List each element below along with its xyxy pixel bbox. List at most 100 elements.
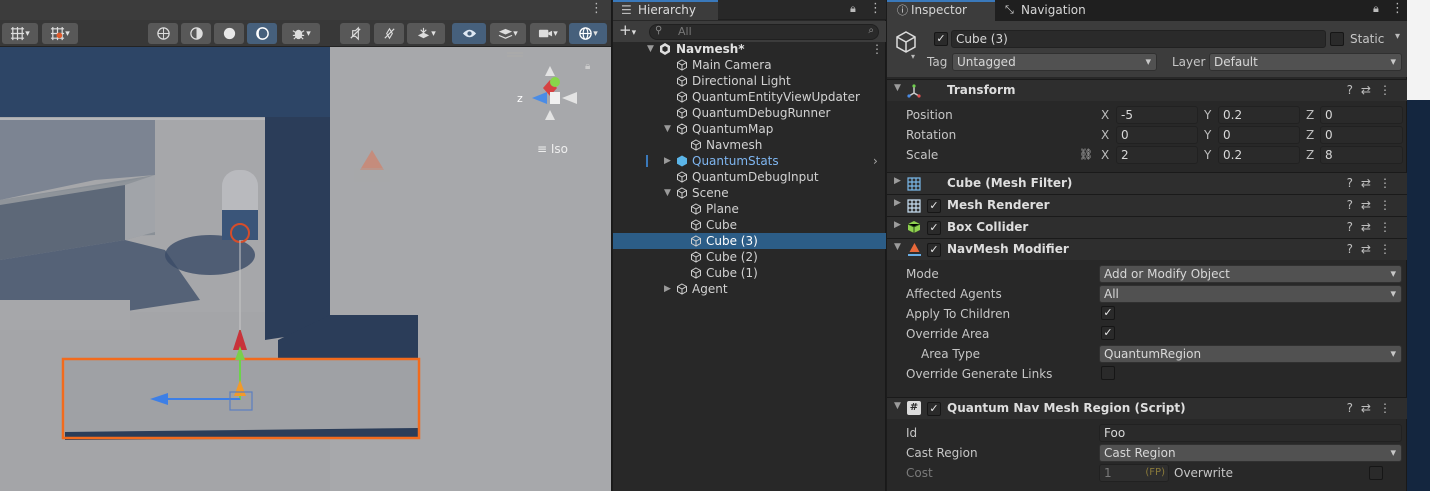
tab-inspector[interactable]: ⓘ Inspector <box>887 0 995 21</box>
component-tools[interactable]: ?⇄⋮ <box>1347 401 1399 415</box>
search-options-icon[interactable]: ⌕ <box>868 25 874 36</box>
chevron-right-icon[interactable]: › <box>873 153 878 169</box>
rotation-x-field[interactable]: 0 <box>1116 126 1198 144</box>
more-options-icon[interactable]: ⋮ <box>590 1 603 16</box>
tag-dropdown[interactable]: Untagged <box>952 53 1157 71</box>
lock-icon[interactable]: 🔒︎ <box>1373 2 1379 16</box>
lighting-toggle-button[interactable] <box>374 23 404 44</box>
scene-viewport[interactable]: z 🔒︎ ≡ Iso <box>0 47 611 491</box>
hierarchy-item[interactable]: ▶ QuantumStats › <box>613 153 886 169</box>
toggle-2d-button[interactable] <box>340 23 370 44</box>
position-z-field[interactable]: 0 <box>1320 106 1403 124</box>
camera-settings-button[interactable]: ▾ <box>530 23 566 44</box>
hierarchy-item[interactable]: ▶ Agent <box>613 281 886 297</box>
component-tools[interactable]: ?⇄⋮ <box>1347 242 1399 256</box>
fold-arrow-icon[interactable]: ▼ <box>894 401 901 411</box>
override-generate-links-checkbox[interactable] <box>1101 366 1115 380</box>
apply-to-children-checkbox[interactable]: ✓ <box>1101 306 1115 320</box>
add-button[interactable]: +▾ <box>619 21 636 39</box>
fold-arrow-icon[interactable]: ▶ <box>894 176 901 186</box>
scale-z-field[interactable]: 8 <box>1320 146 1403 164</box>
hierarchy-item[interactable]: QuantumDebugRunner <box>613 105 886 121</box>
hierarchy-scene-root[interactable]: ▼ Navmesh* ⋮ <box>613 41 886 57</box>
component-tools[interactable]: ?⇄⋮ <box>1347 220 1399 234</box>
rotation-z-field[interactable]: 0 <box>1320 126 1403 144</box>
more-options-icon[interactable]: ⋮ <box>871 41 883 57</box>
icon-dropdown-icon[interactable]: ▾ <box>911 52 915 61</box>
scale-x-field[interactable]: 2 <box>1116 146 1198 164</box>
gizmos-button[interactable]: ▾ <box>569 23 607 44</box>
more-options-icon[interactable]: ⋮ <box>869 1 882 16</box>
grid-snap-button[interactable]: ▾ <box>2 23 38 44</box>
shaded-wireframe-button[interactable] <box>181 23 211 44</box>
hierarchy-item[interactable]: QuantumEntityViewUpdater <box>613 89 886 105</box>
object-name-field[interactable]: Cube (3) <box>951 30 1326 48</box>
box-collider-header[interactable]: ▶ ✓ Box Collider ?⇄⋮ <box>887 216 1407 238</box>
more-options-icon[interactable]: ⋮ <box>1391 1 1404 16</box>
component-tools[interactable]: ?⇄⋮ <box>1347 198 1399 212</box>
fold-arrow-icon[interactable]: ▶ <box>894 220 901 230</box>
lock-icon[interactable]: 🔒︎ <box>850 2 856 16</box>
hierarchy-item[interactable]: Cube <box>613 217 886 233</box>
hierarchy-item[interactable]: Cube (2) <box>613 249 886 265</box>
position-x-field[interactable]: -5 <box>1116 106 1198 124</box>
fold-arrow-icon[interactable]: ▶ <box>894 198 901 208</box>
region-script-enabled-checkbox[interactable]: ✓ <box>927 402 941 416</box>
orientation-gizmo[interactable]: z <box>507 52 587 132</box>
view-mode-label[interactable]: ≡ Iso <box>537 142 568 156</box>
overwrite-checkbox[interactable] <box>1369 466 1383 480</box>
scale-y-field[interactable]: 0.2 <box>1218 146 1300 164</box>
position-y-field[interactable]: 0.2 <box>1218 106 1300 124</box>
expand-arrow-icon[interactable]: ▶ <box>664 153 674 169</box>
mesh-renderer-header[interactable]: ▶ ✓ Mesh Renderer ?⇄⋮ <box>887 194 1407 216</box>
navmesh-modifier-enabled-checkbox[interactable]: ✓ <box>927 243 941 257</box>
shaded-button[interactable] <box>214 23 244 44</box>
static-checkbox[interactable] <box>1330 32 1344 46</box>
id-field[interactable]: Foo <box>1099 424 1402 442</box>
component-tools[interactable]: ?⇄⋮ <box>1347 176 1399 190</box>
layers-button[interactable]: ▾ <box>490 23 526 44</box>
hierarchy-item[interactable]: QuantumDebugInput <box>613 169 886 185</box>
mesh-renderer-enabled-checkbox[interactable]: ✓ <box>927 199 941 213</box>
component-tools[interactable]: ?⇄⋮ <box>1347 83 1399 97</box>
hierarchy-item[interactable]: ▼ QuantumMap <box>613 121 886 137</box>
static-dropdown-icon[interactable]: ▾ <box>1395 31 1400 42</box>
hierarchy-item[interactable]: Navmesh <box>613 137 886 153</box>
effects-button[interactable]: ▾ <box>407 23 445 44</box>
hierarchy-item[interactable]: Cube (3) <box>613 233 886 249</box>
mode-dropdown[interactable]: Add or Modify Object <box>1099 265 1402 283</box>
hierarchy-item[interactable]: Plane <box>613 201 886 217</box>
constrain-proportions-icon[interactable]: ⛓︎ <box>1079 148 1093 161</box>
debug-draw-mode-button[interactable]: ▾ <box>282 23 320 44</box>
expand-arrow-icon[interactable]: ▼ <box>647 41 657 57</box>
box-collider-enabled-checkbox[interactable]: ✓ <box>927 221 941 235</box>
rotation-y-field[interactable]: 0 <box>1218 126 1300 144</box>
lock-icon[interactable]: 🔒︎ <box>585 61 590 72</box>
snap-increment-button[interactable]: ▾ <box>42 23 78 44</box>
cube-icon[interactable] <box>893 29 919 55</box>
navmesh-modifier-header[interactable]: ▼ ✓ NavMesh Modifier ?⇄⋮ <box>887 238 1407 260</box>
layer-dropdown[interactable]: Default <box>1209 53 1402 71</box>
fold-arrow-icon[interactable]: ▼ <box>894 83 901 93</box>
affected-agents-dropdown[interactable]: All <box>1099 285 1402 303</box>
expand-arrow-icon[interactable]: ▼ <box>664 121 674 137</box>
hierarchy-item[interactable]: Directional Light <box>613 73 886 89</box>
hierarchy-item[interactable]: Main Camera <box>613 57 886 73</box>
wireframe-shading-button[interactable] <box>148 23 178 44</box>
tab-navigation[interactable]: ⤡ Navigation <box>997 0 1117 21</box>
area-type-dropdown[interactable]: QuantumRegion <box>1099 345 1402 363</box>
scene-visibility-button[interactable] <box>452 23 486 44</box>
expand-arrow-icon[interactable]: ▶ <box>664 281 674 297</box>
region-script-header[interactable]: ▼ # ✓ Quantum Nav Mesh Region (Script) ?… <box>887 397 1407 419</box>
transform-header[interactable]: ▼ Transform ?⇄⋮ <box>887 79 1407 101</box>
hierarchy-item[interactable]: Cube (1) <box>613 265 886 281</box>
cast-region-dropdown[interactable]: Cast Region <box>1099 444 1402 462</box>
tab-hierarchy[interactable]: ☰ Hierarchy <box>613 0 718 20</box>
unlit-shading-button[interactable] <box>247 23 277 44</box>
hierarchy-item[interactable]: ▼ Scene <box>613 185 886 201</box>
fold-arrow-icon[interactable]: ▼ <box>894 242 901 252</box>
expand-arrow-icon[interactable]: ▼ <box>664 185 674 201</box>
active-checkbox[interactable]: ✓ <box>934 32 948 46</box>
mesh-filter-header[interactable]: ▶ Cube (Mesh Filter) ?⇄⋮ <box>887 172 1407 194</box>
hierarchy-search-input[interactable]: ⚲ All ⌕ <box>649 24 879 40</box>
